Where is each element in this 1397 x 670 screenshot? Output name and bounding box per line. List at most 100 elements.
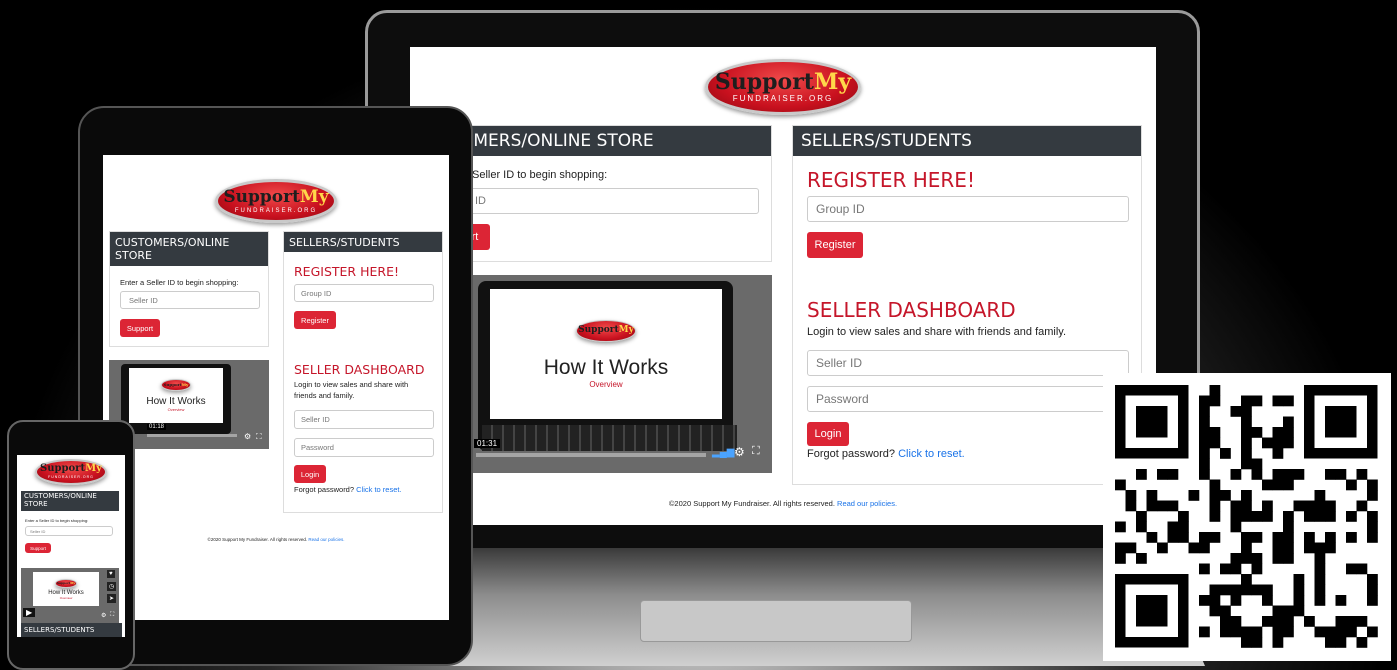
tablet-support-button[interactable]: Support [120, 319, 160, 337]
qr-code[interactable] [1103, 373, 1391, 661]
tablet-seller-id-input[interactable]: Seller ID [120, 291, 260, 309]
laptop-seller-id-input[interactable]: ID [462, 188, 759, 214]
qr-module [1314, 574, 1326, 585]
play-icon[interactable]: ▶ [23, 608, 36, 617]
laptop-register-button[interactable]: Register [807, 232, 863, 258]
qr-module [1220, 448, 1231, 459]
qr-module [1209, 605, 1221, 617]
video-progress-bar[interactable] [476, 453, 706, 457]
qr-module [1199, 563, 1210, 575]
qr-module [1335, 637, 1347, 648]
tablet-login-button[interactable]: Login [294, 465, 326, 483]
qr-module [1251, 584, 1263, 596]
qr-module [1293, 595, 1305, 606]
qr-module [1220, 605, 1231, 617]
volume-icon[interactable]: ▂▄▆ [712, 447, 734, 458]
tablet-policies-link[interactable]: Read our policies. [308, 537, 344, 542]
qr-module [1293, 469, 1305, 480]
qr-module [1241, 511, 1252, 522]
laptop-sellers-card: SELLERS/STUDENTS REGISTER HERE! Group ID… [792, 125, 1142, 485]
qr-module [1251, 511, 1263, 522]
qr-module [1325, 637, 1336, 648]
qr-module [1293, 584, 1305, 596]
qr-module [1136, 595, 1168, 627]
qr-module [1346, 616, 1357, 627]
phone-customers-header: CUSTOMERS/ONLINE STORE [21, 491, 119, 511]
gear-icon[interactable]: ⚙ [244, 432, 251, 441]
qr-module [1157, 469, 1168, 480]
laptop-video-player[interactable]: SupportMy How It Works Overview 01:31 ▂▄… [472, 275, 772, 473]
tablet-reset-link[interactable]: Click to reset. [356, 485, 401, 494]
tablet-footer: ©2020 Support My Fundraiser. All rights … [207, 537, 345, 542]
fullscreen-icon[interactable]: ⛶ [256, 432, 262, 442]
qr-module [1241, 626, 1252, 638]
phone-logo[interactable]: SupportMy FUNDRAISER.ORG [35, 459, 107, 485]
qr-module [1283, 605, 1294, 617]
qr-module [1167, 532, 1179, 543]
qr-module [1283, 469, 1294, 480]
qr-module [1230, 406, 1242, 417]
video-subtitle: Overview [59, 595, 73, 600]
laptop-reset-link[interactable]: Click to reset. [898, 448, 965, 460]
fullscreen-icon[interactable]: ⛶ [110, 612, 114, 619]
qr-module [1262, 511, 1273, 522]
phone-screen: SupportMy FUNDRAISER.ORG CUSTOMERS/ONLIN… [17, 455, 125, 637]
qr-module [1230, 616, 1242, 627]
qr-module [1314, 500, 1326, 512]
qr-module [1314, 563, 1326, 575]
qr-module [1283, 553, 1294, 564]
tablet-password-field[interactable]: Password [294, 438, 434, 457]
tablet-group-id-input[interactable]: Group ID [294, 284, 434, 302]
phone-seller-id-input[interactable]: Seller ID [25, 526, 113, 536]
gear-icon[interactable]: ⚙ [734, 445, 745, 459]
qr-module [1367, 626, 1378, 638]
qr-module [1188, 490, 1200, 501]
qr-module [1146, 532, 1158, 543]
qr-module [1199, 437, 1210, 449]
tablet-logo[interactable]: SupportMy FUNDRAISER.ORG [215, 179, 337, 223]
qr-module [1346, 532, 1357, 543]
share-icon[interactable]: ➤ [107, 594, 117, 603]
qr-module [1314, 584, 1326, 596]
qr-module [1136, 521, 1147, 533]
laptop-seller-id-field[interactable]: Seller ID [807, 350, 1129, 376]
laptop-group-id-input[interactable]: Group ID [807, 196, 1129, 222]
fullscreen-icon[interactable]: ⛶ [752, 445, 760, 458]
qr-module [1325, 469, 1336, 480]
qr-module [1199, 448, 1210, 459]
qr-module [1230, 521, 1242, 533]
qr-module [1325, 500, 1336, 512]
qr-module [1314, 553, 1326, 564]
qr-module [1115, 479, 1126, 491]
laptop-password-field[interactable]: Password [807, 386, 1129, 412]
video-progress-bar[interactable] [147, 434, 237, 437]
qr-module [1272, 469, 1284, 480]
laptop-login-button[interactable]: Login [807, 422, 849, 446]
qr-module [1346, 511, 1357, 522]
qr-module [1241, 448, 1252, 459]
qr-module [1220, 584, 1231, 596]
qr-module [1241, 458, 1252, 470]
qr-module [1272, 427, 1284, 438]
qr-module [1167, 469, 1179, 480]
qr-module [1157, 542, 1168, 554]
qr-module [1241, 427, 1252, 438]
phone-support-button[interactable]: Support [25, 543, 51, 553]
qr-module [1262, 584, 1273, 596]
laptop-policies-link[interactable]: Read our policies. [837, 499, 897, 508]
tablet-seller-id-field[interactable]: Seller ID [294, 410, 434, 429]
qr-module [1283, 437, 1294, 449]
laptop-logo[interactable]: SupportMy FUNDRAISER.ORG [705, 59, 861, 115]
qr-module [1241, 553, 1252, 564]
phone-video-player[interactable]: SupportMy How It Works Overview ▶ ♥ ◷ ➤ … [21, 568, 119, 623]
heart-icon[interactable]: ♥ [107, 570, 115, 578]
tablet-register-button[interactable]: Register [294, 311, 336, 329]
qr-module [1241, 532, 1252, 543]
clock-icon[interactable]: ◷ [107, 582, 117, 591]
qr-module [1178, 511, 1189, 522]
qr-module [1136, 511, 1147, 522]
gear-icon[interactable]: ⚙ [101, 612, 106, 619]
qr-module [1314, 595, 1326, 606]
qr-module [1241, 406, 1252, 417]
qr-module [1241, 416, 1252, 428]
